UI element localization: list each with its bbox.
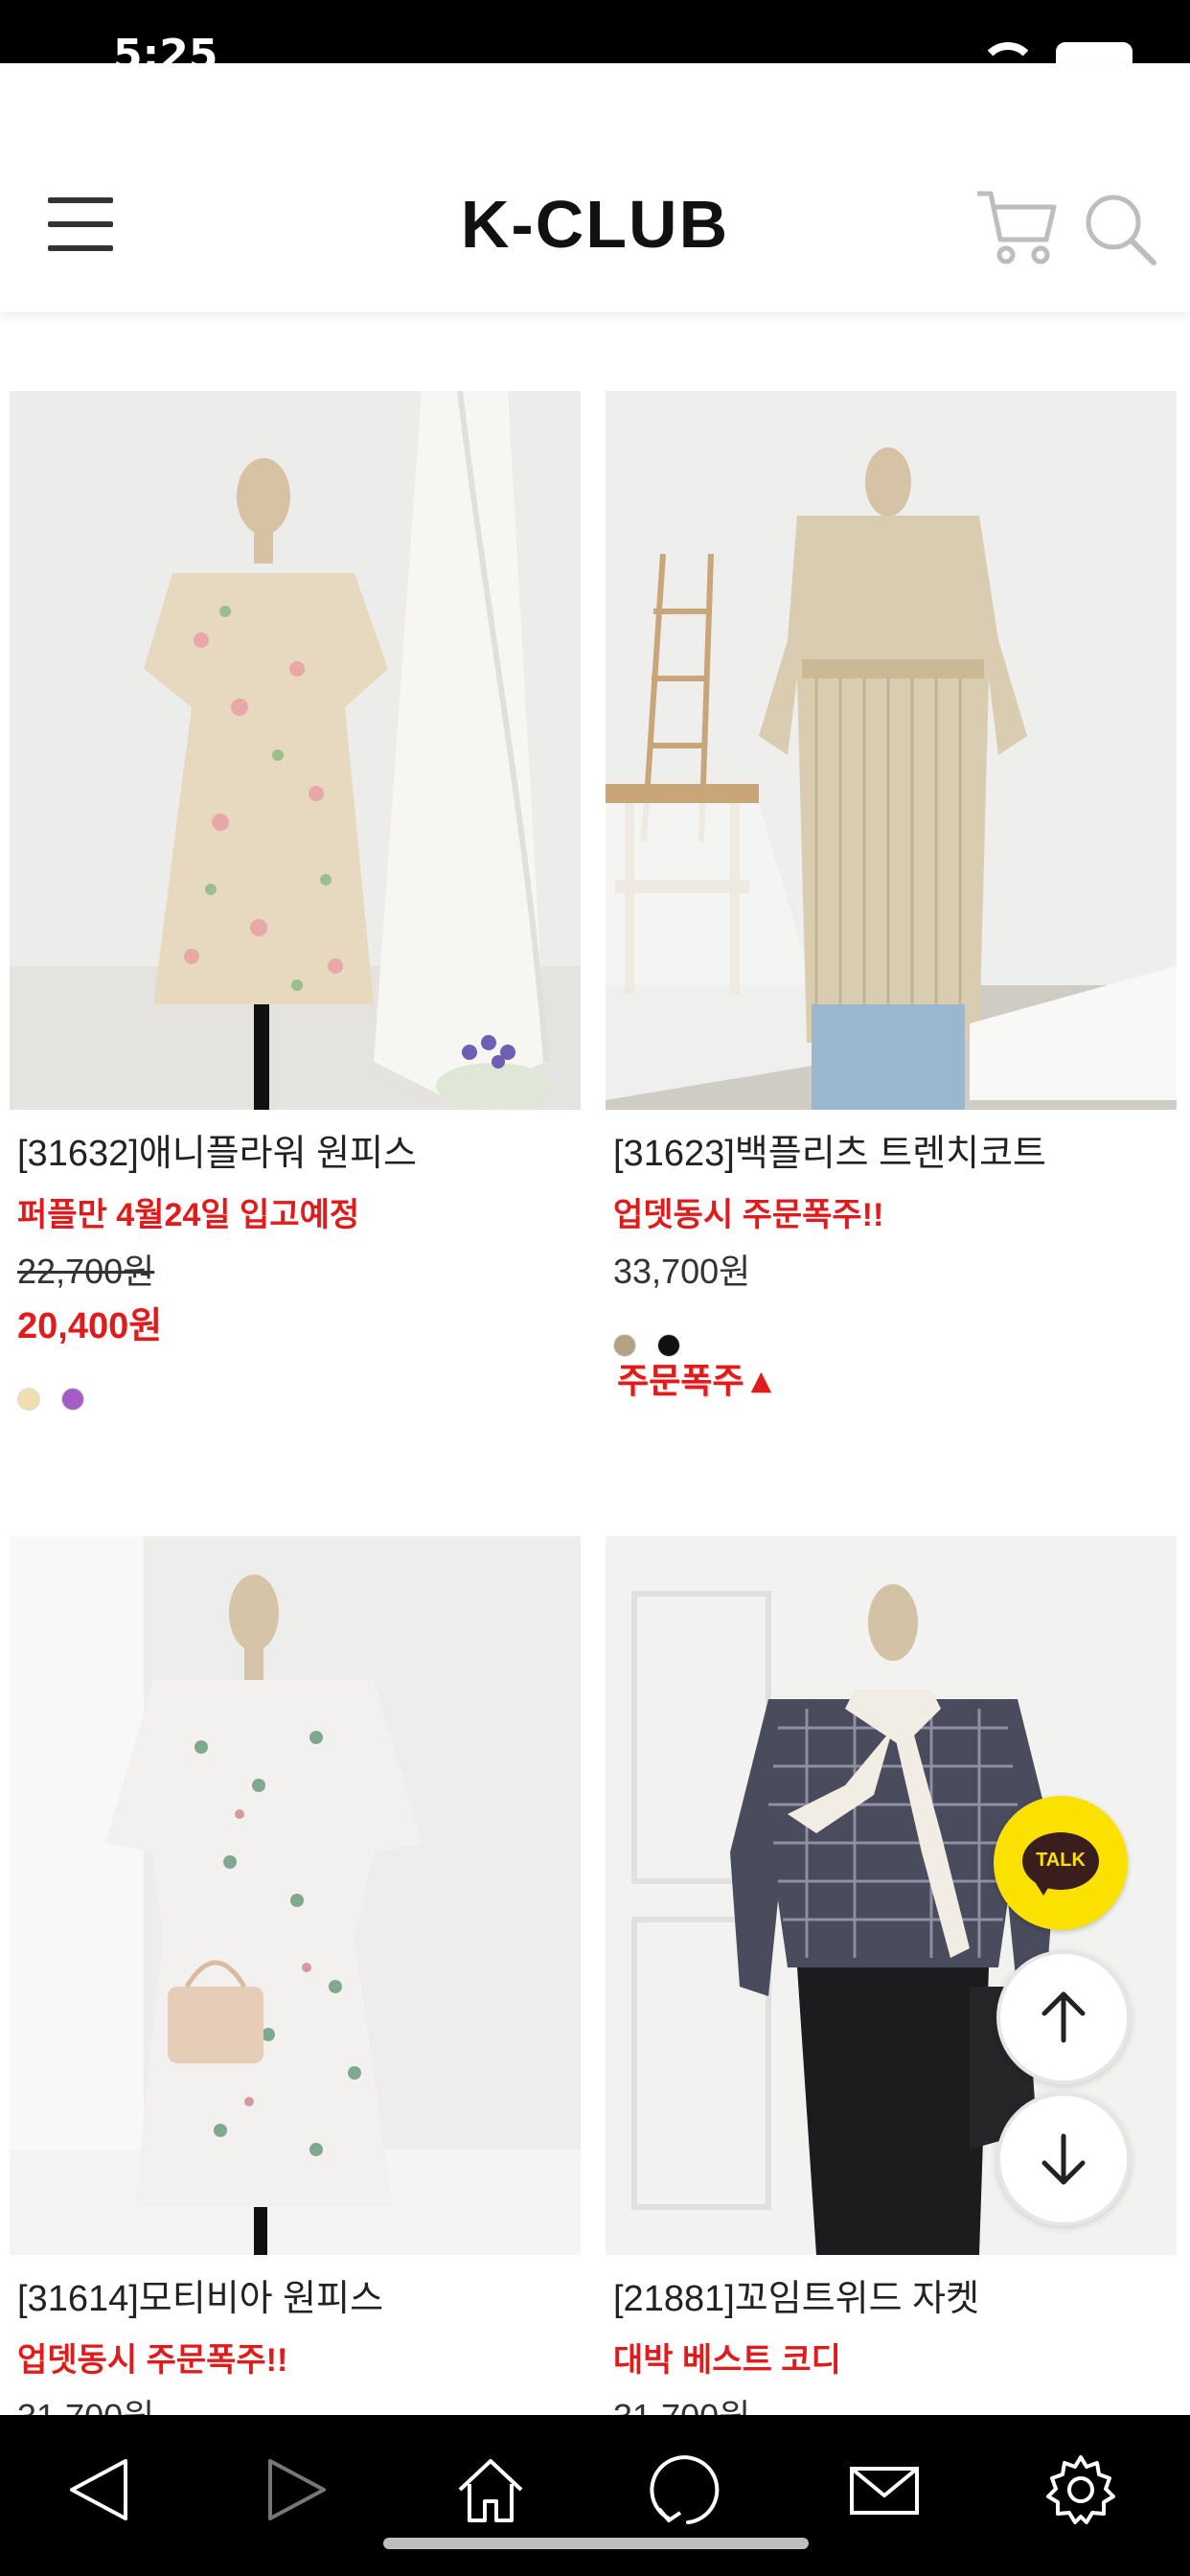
arrow-up-icon: [1041, 1991, 1086, 2043]
product-image[interactable]: [10, 391, 581, 1110]
app-header: K-CLUB: [0, 63, 1190, 312]
product-name[interactable]: [31614]모티비아 원피스: [17, 2268, 383, 2321]
color-swatch: [61, 1388, 84, 1411]
message-button[interactable]: [836, 2442, 932, 2538]
refresh-button[interactable]: [640, 2442, 736, 2538]
color-swatch: [17, 1388, 40, 1411]
back-button[interactable]: [53, 2442, 149, 2538]
status-time: 5:25: [113, 31, 218, 64]
scroll-top-button[interactable]: [996, 1950, 1131, 2084]
home-icon: [458, 2459, 523, 2522]
product-promo-text: 대박 베스트 코디: [613, 2342, 841, 2379]
product-promo-text: 퍼플만 4월24일 입고예정: [17, 1197, 360, 1233]
envelope-icon: [850, 2467, 919, 2515]
refresh-icon: [650, 2455, 720, 2524]
wifi-icon: [979, 42, 1037, 63]
kakao-talk-button[interactable]: TALK: [994, 1796, 1128, 1930]
product-promo-text: 업뎃동시 주문폭주!!: [17, 2342, 288, 2379]
search-icon[interactable]: [1081, 190, 1157, 266]
status-bar: 5:25: [0, 0, 1190, 63]
product-name[interactable]: [31632]애니플라워 원피스: [17, 1123, 417, 1176]
product-image[interactable]: [10, 1536, 581, 2255]
scroll-bottom-button[interactable]: [996, 2092, 1131, 2226]
home-indicator[interactable]: [383, 2538, 809, 2549]
forward-triangle-icon: [268, 2459, 326, 2520]
bottom-nav-bar: [0, 2415, 1190, 2576]
cart-icon[interactable]: [973, 186, 1060, 268]
arrow-down-icon: [1041, 2133, 1086, 2185]
home-button[interactable]: [443, 2442, 538, 2538]
product-original-price: 22,700원: [17, 1252, 155, 1291]
hot-order-tag: 주문폭주▲: [617, 1361, 779, 1400]
status-icons: [979, 38, 1133, 63]
battery-icon: [1056, 42, 1133, 63]
forward-button[interactable]: [247, 2442, 343, 2538]
gear-icon: [1046, 2455, 1115, 2524]
product-sale-price: 20,400원: [17, 1306, 163, 1346]
talk-label: TALK: [1036, 1850, 1086, 1871]
product-price: 33,700원: [613, 1252, 751, 1291]
settings-button[interactable]: [1033, 2442, 1129, 2538]
product-name[interactable]: [21881]꼬임트위드 자켓: [613, 2268, 979, 2321]
product-promo-text: 업뎃동시 주문폭주!!: [613, 1197, 884, 1233]
back-triangle-icon: [70, 2459, 127, 2520]
color-swatches: [17, 1388, 105, 1413]
product-image[interactable]: [606, 391, 1177, 1110]
product-name[interactable]: [31623]백플리츠 트렌치코트: [613, 1123, 1046, 1176]
